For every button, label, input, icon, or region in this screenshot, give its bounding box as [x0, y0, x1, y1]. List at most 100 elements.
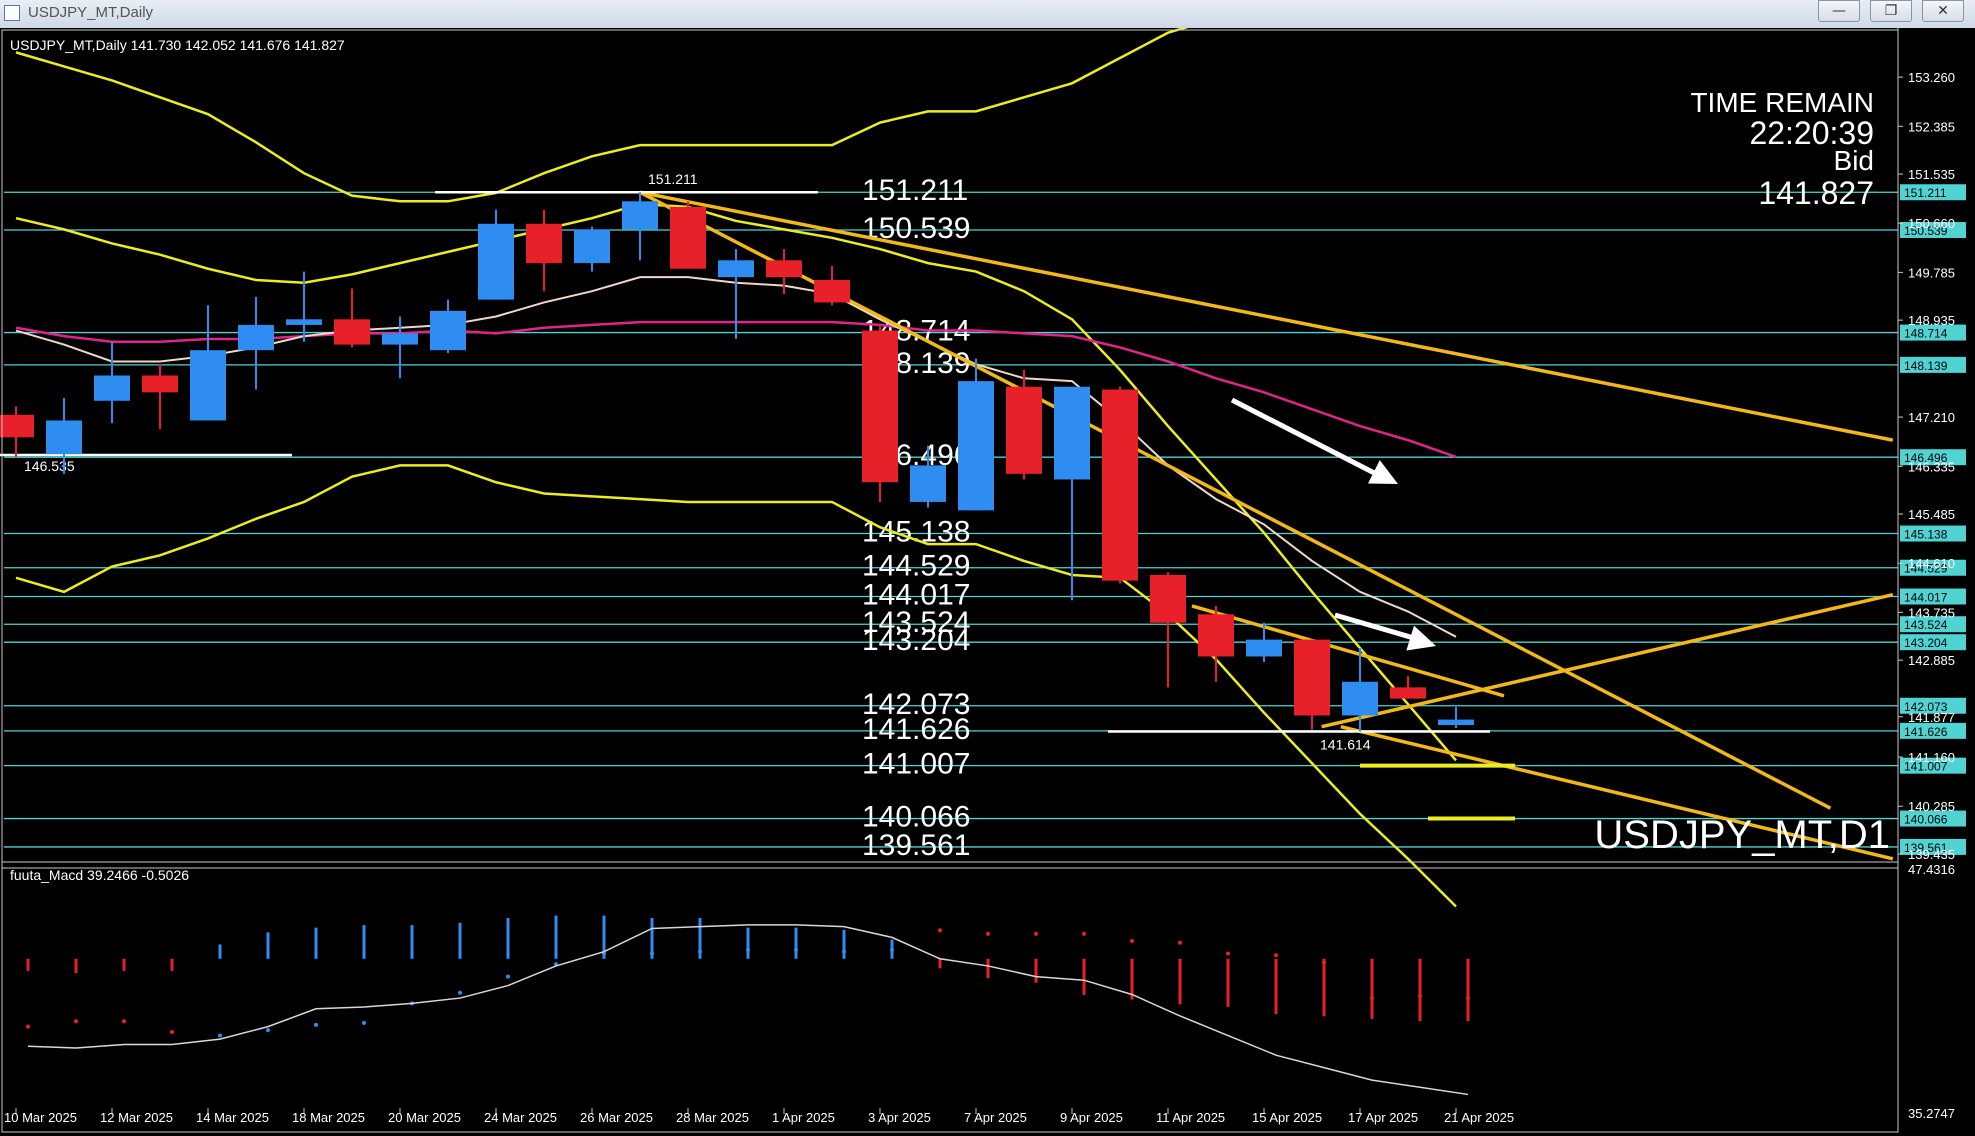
price-axis-label: 144.610 — [1908, 556, 1955, 571]
date-axis-label: 26 Mar 2025 — [580, 1110, 653, 1125]
price-axis-label: 151.535 — [1908, 167, 1955, 182]
macd-signal-dot — [458, 990, 462, 995]
price-axis-label: 141.877 — [1908, 710, 1955, 725]
candle-body[interactable] — [1390, 687, 1426, 699]
date-axis-label: 18 Mar 2025 — [292, 1110, 365, 1125]
candle-body[interactable] — [238, 324, 274, 351]
chart-window-icon — [4, 5, 20, 21]
macd-signal-dot — [890, 947, 894, 952]
candle-body[interactable] — [1438, 719, 1474, 726]
macd-signal-dot — [266, 1028, 270, 1033]
date-axis-label: 7 Apr 2025 — [964, 1110, 1027, 1125]
macd-signal-dot — [1130, 938, 1134, 943]
date-axis-label: 15 Apr 2025 — [1252, 1110, 1322, 1125]
date-axis-label: 3 Apr 2025 — [868, 1110, 931, 1125]
candle-body[interactable] — [286, 319, 322, 325]
macd-signal-dot — [218, 1033, 222, 1038]
bid-value: 141.827 — [1758, 175, 1874, 211]
candle-body[interactable] — [1294, 639, 1330, 716]
bid-label: Bid — [1834, 145, 1874, 176]
macd-signal-dot — [1178, 940, 1182, 945]
candle-body[interactable] — [1246, 639, 1282, 657]
high-annotation: 151.211 — [648, 171, 698, 187]
macd-signal-dot — [1466, 996, 1470, 1001]
macd-signal-dot — [650, 951, 654, 956]
macd-indicator-label: fuuta_Macd 39.2466 -0.5026 — [10, 867, 189, 883]
candle-body[interactable] — [862, 330, 898, 483]
candle-body[interactable] — [1006, 386, 1042, 474]
price-axis-label: 147.210 — [1908, 410, 1955, 425]
candle-body[interactable] — [382, 333, 418, 345]
level-label: 139.561 — [862, 829, 970, 862]
level-axis-tag-label: 148.714 — [1904, 327, 1948, 341]
macd-signal-dot — [74, 1019, 78, 1024]
macd-signal-dot — [314, 1022, 318, 1027]
candle-body[interactable] — [814, 279, 850, 303]
candle-body[interactable] — [574, 229, 610, 264]
candle-body[interactable] — [334, 319, 370, 345]
level-axis-tag-label: 144.017 — [1904, 591, 1948, 605]
candle-body[interactable] — [1342, 681, 1378, 716]
recent-low-annotation: 141.614 — [1320, 737, 1371, 753]
level-axis-tag-label: 140.066 — [1904, 813, 1948, 827]
macd-signal-dot — [170, 1029, 174, 1034]
macd-signal-dot — [1418, 994, 1422, 999]
candle-body[interactable] — [142, 375, 178, 393]
macd-signal-dot — [122, 1019, 126, 1024]
date-axis-label: 21 Apr 2025 — [1444, 1110, 1514, 1125]
minimize-button[interactable]: — — [1818, 0, 1860, 22]
candle-body[interactable] — [958, 381, 994, 511]
candle-body[interactable] — [910, 465, 946, 502]
candle-body[interactable] — [430, 310, 466, 351]
price-axis-label: 146.335 — [1908, 459, 1955, 474]
price-axis-label: 140.285 — [1908, 799, 1955, 814]
macd-signal-dot — [1226, 951, 1230, 956]
macd-signal-dot — [698, 949, 702, 954]
candle-body[interactable] — [1150, 574, 1186, 623]
restore-button[interactable]: ❐ — [1870, 0, 1912, 22]
date-axis-label: 28 Mar 2025 — [676, 1110, 749, 1125]
level-label: 143.204 — [862, 624, 970, 657]
level-axis-tag-label: 141.626 — [1904, 725, 1948, 739]
date-axis-label: 17 Apr 2025 — [1348, 1110, 1418, 1125]
price-axis-label: 149.785 — [1908, 265, 1955, 280]
time-remain-label: TIME REMAIN — [1690, 87, 1874, 118]
date-axis-label: 11 Apr 2025 — [1156, 1110, 1225, 1125]
level-label: 141.626 — [862, 713, 970, 746]
level-axis-tag-label: 148.139 — [1904, 359, 1948, 373]
window-title: USDJPY_MT,Daily — [28, 4, 154, 21]
candle-body[interactable] — [718, 260, 754, 278]
macd-signal-dot — [26, 1024, 30, 1029]
candle-body[interactable] — [1102, 389, 1138, 581]
date-axis-label: 14 Mar 2025 — [196, 1110, 269, 1125]
close-button[interactable]: ✕ — [1922, 0, 1964, 22]
candle-body[interactable] — [1198, 614, 1234, 657]
candle-body[interactable] — [1054, 386, 1090, 480]
macd-signal-dot — [1034, 931, 1038, 936]
price-chart[interactable]: 151.211 151.211150.539 150.539148.714 148.7… — [0, 28, 1975, 1136]
macd-signal-dot — [986, 931, 990, 936]
macd-signal-dot — [746, 947, 750, 952]
macd-axis-label: 35.2747 — [1908, 1106, 1955, 1121]
candle-body[interactable] — [0, 414, 34, 438]
candle-body[interactable] — [670, 206, 706, 269]
candle-body[interactable] — [478, 223, 514, 300]
candle-body[interactable] — [766, 260, 802, 278]
level-axis-tag-label: 145.138 — [1904, 528, 1948, 542]
symbol-info: USDJPY_MT,Daily 141.730 142.052 141.676 … — [10, 37, 345, 53]
candle-body[interactable] — [94, 375, 130, 401]
candle-body[interactable] — [46, 420, 82, 455]
price-axis-label: 141.160 — [1908, 750, 1955, 765]
candle-body[interactable] — [622, 201, 658, 230]
macd-signal-dot — [362, 1021, 366, 1026]
candle-body[interactable] — [526, 223, 562, 264]
macd-axis-label: 47.4316 — [1908, 862, 1955, 877]
macd-signal-dot — [1322, 960, 1326, 965]
candle-body[interactable] — [190, 350, 226, 421]
date-axis-label: 10 Mar 2025 — [4, 1110, 77, 1125]
level-label: 151.211 — [862, 174, 968, 207]
price-axis-label: 152.385 — [1908, 119, 1955, 134]
price-axis-label: 142.885 — [1908, 653, 1955, 668]
macd-signal-dot — [1082, 931, 1086, 936]
price-axis-label: 148.935 — [1908, 313, 1955, 328]
